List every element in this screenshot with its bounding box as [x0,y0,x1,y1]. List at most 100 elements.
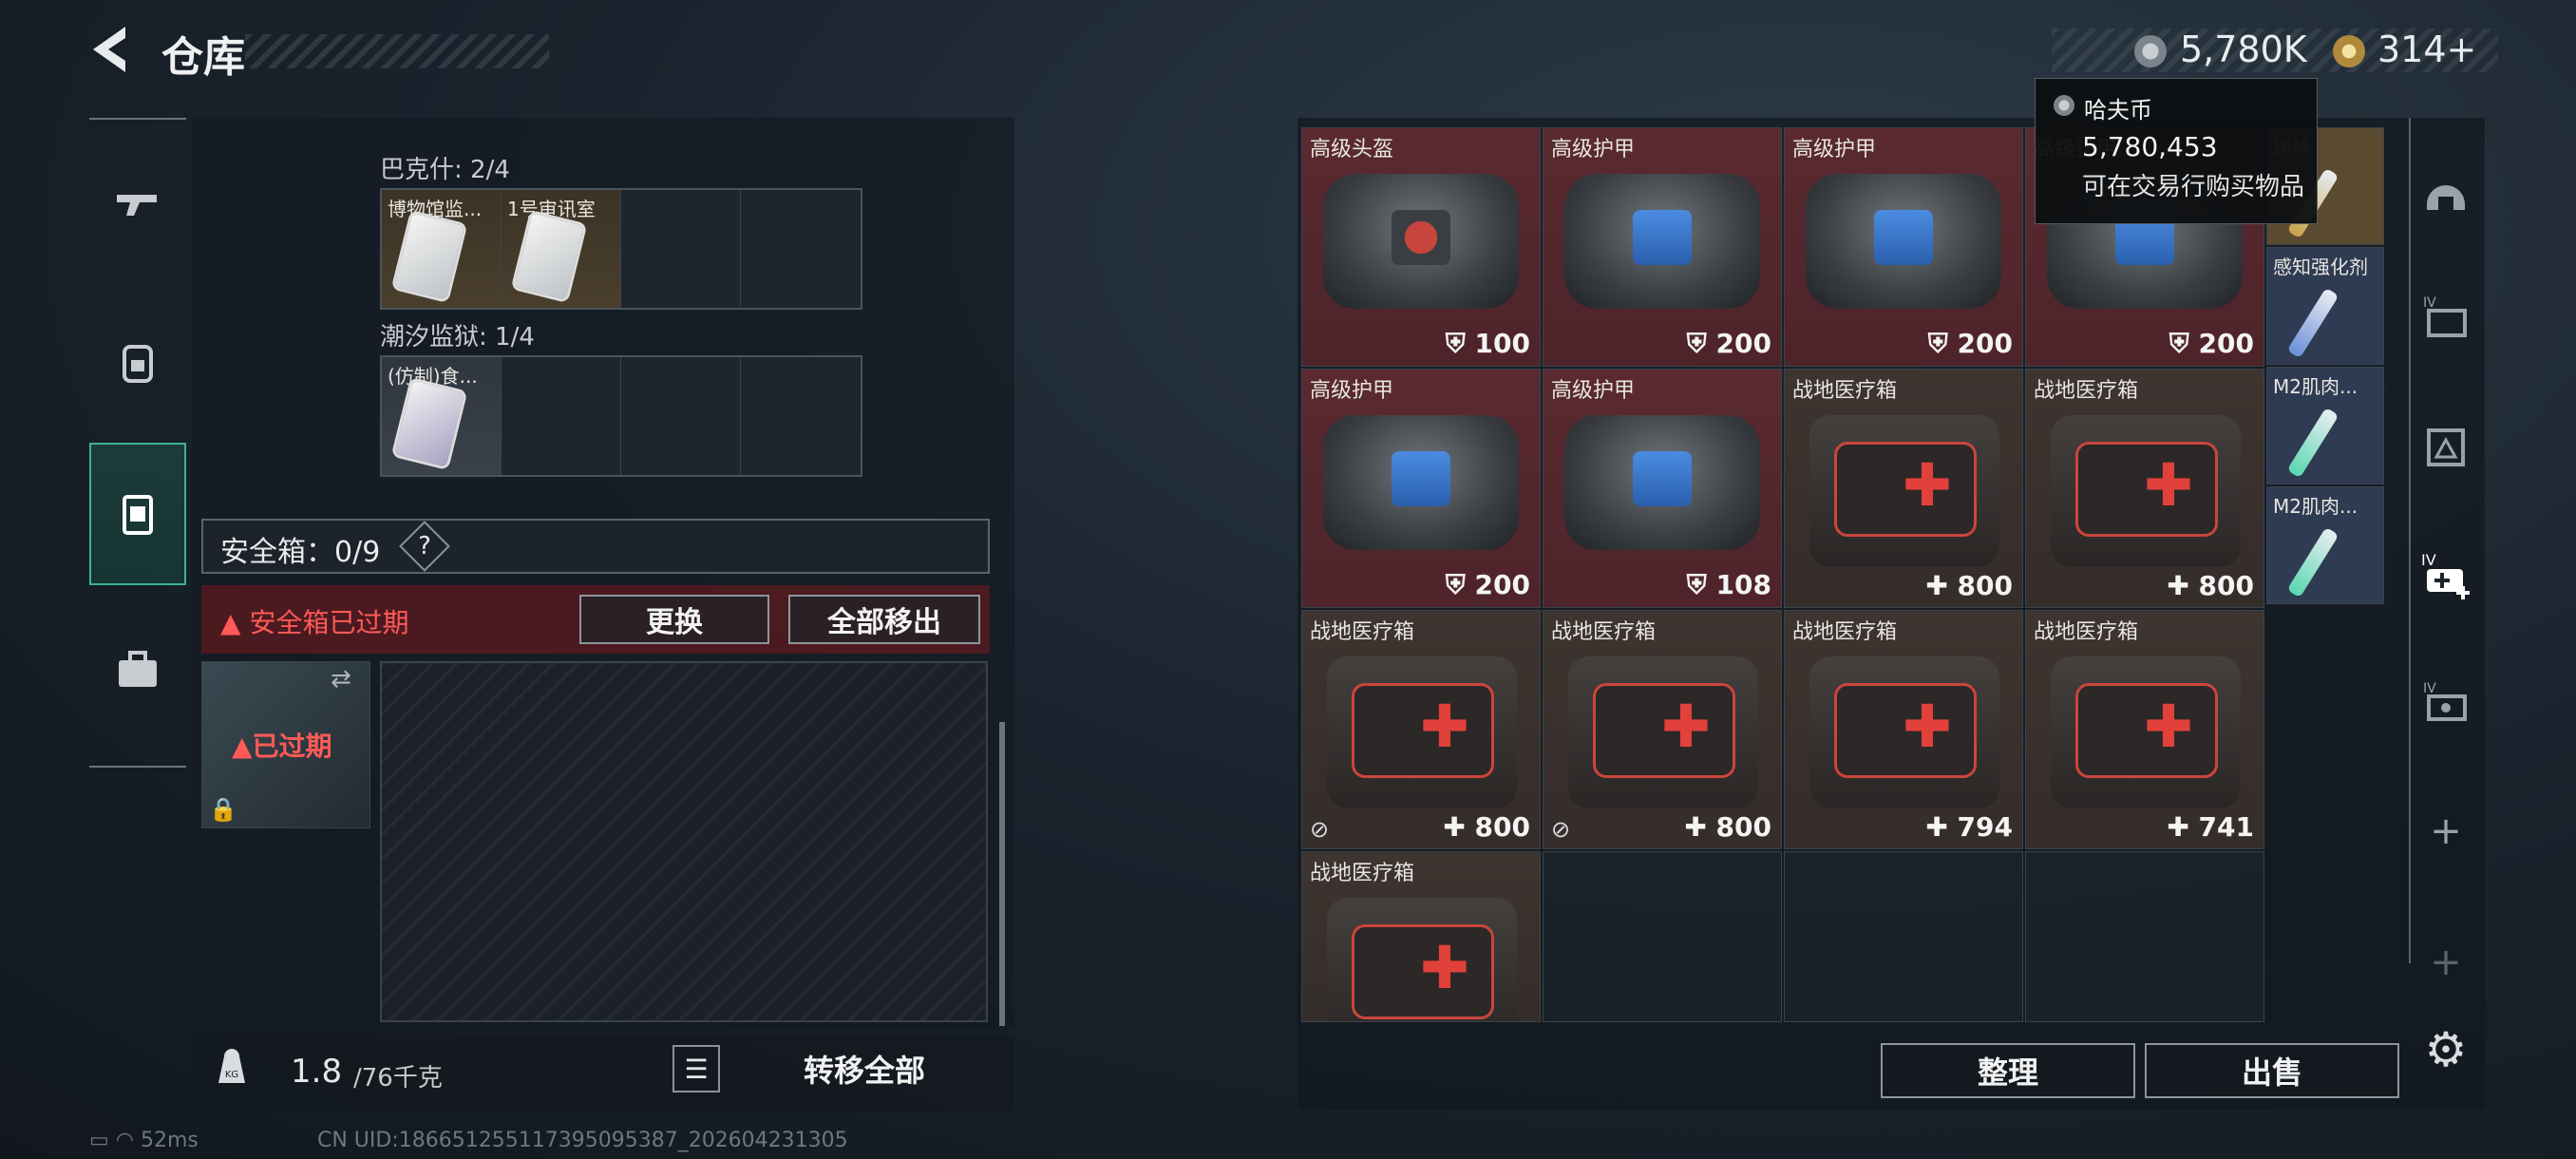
item-name: M2肌肉... [2273,495,2358,518]
stash-slot[interactable] [1543,851,1782,1022]
item-name: 高级头盔 [1310,138,1394,162]
stash-item[interactable]: 高级护甲 ⛨ 200 [1784,127,2023,367]
key-slot[interactable]: 博物馆监... [382,190,502,308]
keycard-icon [514,213,584,300]
item-name: 高级护甲 [1551,138,1636,162]
nav-toolbox[interactable] [89,598,186,741]
uid-text: CN UID:18665125511739509538​7_2026042313… [317,1129,848,1152]
key-group-label: 巴克什: 2/4 [380,156,510,184]
list-button[interactable]: ☰ [672,1045,720,1092]
item-value: 100 [1474,328,1530,359]
armor-bag-icon [1323,174,1519,309]
item-value: 800 [1957,570,2013,601]
stash-item[interactable]: 战地医疗箱 ✚ ✚ 800 [2025,369,2264,608]
armor-bag-icon [1806,174,2001,309]
nav-medkit-add[interactable]: IV [2413,542,2479,608]
list-icon: ☰ [684,1053,709,1085]
key-slot-row: 博物馆监... 1号审讯室 [380,188,862,310]
weight-current: 1.8 [291,1053,343,1091]
item-name: M2肌肉... [2273,375,2358,398]
key-group-label: 潮汐监狱: 1/4 [380,323,535,352]
expired-text: 安全箱已过期 [249,607,409,638]
stash-slot[interactable] [2025,851,2264,1022]
stash-item[interactable]: 高级护甲 ⛨ 200 [1543,127,1782,367]
warning-icon: ▲ [232,731,253,762]
stash-item-small[interactable]: M2肌肉... [2266,367,2384,484]
nav-add-1[interactable]: + [2413,798,2479,864]
shield-icon: ⛨ [1445,328,1475,359]
no-insure-icon: ⊘ [1551,816,1571,843]
item-value: 800 [1474,811,1530,843]
key-slot[interactable] [502,357,621,475]
stash-item[interactable]: 战地医疗箱 ✚ ✚ 800 ⊘ [1301,610,1541,849]
cross-icon: ✚ [1925,570,1958,601]
cross-icon: ✚ [1443,811,1475,843]
syringe-icon [2286,287,2339,359]
stash-item[interactable]: 战地医疗箱 ✚ ✚ 800 ⊘ [1543,610,1782,849]
item-name: 战地医疗箱 [1551,620,1657,644]
key-slot[interactable] [621,190,741,308]
cross-icon: ✚ [1684,811,1716,843]
nav-weapons[interactable] [89,133,186,276]
stash-item-small[interactable]: M2肌肉... [2266,486,2384,604]
item-durability: ✚ 800 [2167,570,2254,601]
no-insure-icon: ⊘ [1310,816,1330,843]
battery-icon: ▭ [89,1129,109,1152]
nav-backpack[interactable] [89,291,186,433]
gold-balance[interactable]: 314+ [2377,28,2476,70]
safebox-icon [123,495,153,535]
key-slot[interactable] [741,190,861,308]
key-slot[interactable] [741,357,861,475]
gun-icon [117,195,157,216]
case-expired-label: ▲已过期 [232,726,332,764]
item-durability: ⛨ 108 [1687,569,1771,601]
item-value: 200 [1957,328,2013,359]
swap-button[interactable]: 更换 [579,595,769,644]
stash-item[interactable]: 战地医疗箱 ✚ ✚ 794 [1784,610,2023,849]
stash-item[interactable]: 高级头盔 ⛨ 100 [1301,127,1541,367]
stash-slot[interactable] [1784,851,2023,1022]
scrollbar[interactable] [999,722,1005,1026]
medkit-icon: ✚ [1568,656,1758,808]
transfer-all-button[interactable]: 转移全部 [741,1045,988,1092]
safebox-grid[interactable] [380,661,988,1022]
stash-item[interactable]: 战地医疗箱 ✚ ✚ 741 [2025,610,2264,849]
sort-button[interactable]: 整理 [1881,1043,2135,1098]
item-value: 800 [2198,570,2254,601]
right-nav-divider [2409,118,2411,963]
swap-icon: ⇄ [331,665,351,694]
shield-icon: ⛨ [1927,328,1958,359]
nav-map[interactable] [2413,414,2479,481]
hafcoin-balance[interactable]: 5,780K [2180,28,2307,70]
nav-safebox[interactable] [89,443,186,585]
svg-text:IV: IV [2421,551,2436,569]
key-slot[interactable]: (仿制)食... [382,357,502,475]
gear-icon: ⚙ [2424,1022,2468,1077]
nav-id-card[interactable]: IV [2413,669,2479,735]
hafcoin-icon [2134,35,2167,67]
medkit-icon: ✚ [2051,656,2241,808]
expired-warning: ▲ 安全箱已过期 [220,602,408,640]
tooltip-description: 可在交易行购买物品 [2082,173,2305,201]
stash-item[interactable]: 高级护甲 ⛨ 200 [1301,369,1541,608]
nav-add-2[interactable]: + [2413,929,2479,996]
key-slot-row: (仿制)食... [380,355,862,477]
stash-item[interactable]: 战地医疗箱 ✚ [1301,851,1541,1022]
item-durability: ⛨ 200 [1687,328,1771,360]
key-slot[interactable]: 1号审讯室 [502,190,621,308]
back-button[interactable] [84,21,141,82]
sell-button[interactable]: 出售 [2145,1043,2399,1098]
settings-button[interactable]: ⚙ [2413,1016,2479,1083]
stash-item[interactable]: 战地医疗箱 ✚ ✚ 800 [1784,369,2023,608]
nav-helmet[interactable] [2413,160,2479,226]
id-card-icon: IV [2423,681,2467,721]
key-slot[interactable] [621,357,741,475]
keycard-icon [394,213,464,300]
item-durability: ⛨ 200 [2169,328,2254,360]
remove-all-button[interactable]: 全部移出 [788,595,980,644]
weight-capacity: /76千克 [353,1064,443,1092]
stash-item-small[interactable]: 感知强化剂 [2266,247,2384,365]
backpack-icon [123,345,153,383]
stash-item[interactable]: 高级护甲 ⛨ 108 [1543,369,1782,608]
nav-folder[interactable]: IV [2413,283,2479,350]
